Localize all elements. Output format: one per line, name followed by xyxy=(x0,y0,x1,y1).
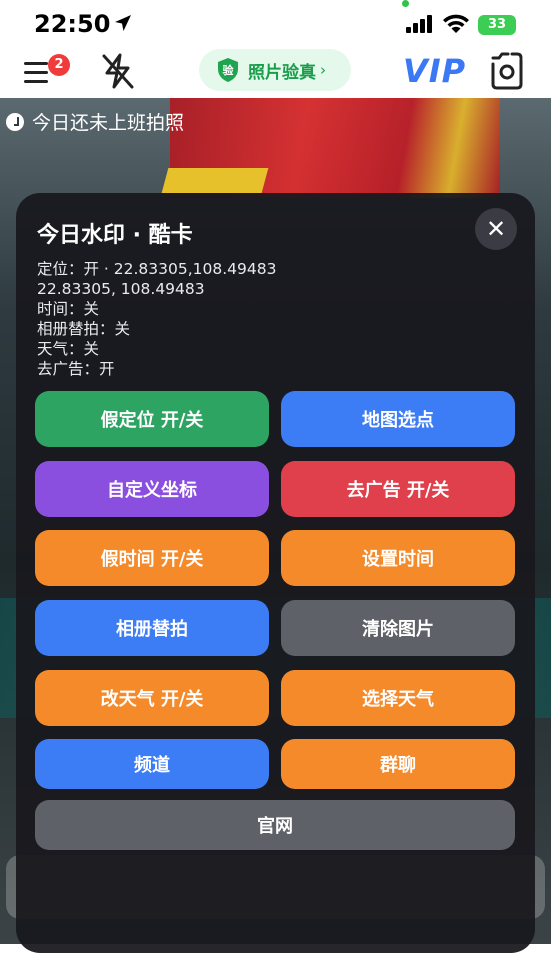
clear-image-button[interactable]: 清除图片 xyxy=(281,600,515,656)
status-line-time: 时间：关 xyxy=(37,300,100,318)
set-time-button[interactable]: 设置时间 xyxy=(281,530,515,586)
fake-location-toggle-button[interactable]: 假定位 开/关 xyxy=(35,391,269,447)
top-nav: 2 验 照片验真 › VIP xyxy=(0,46,551,98)
status-line-weather: 天气：关 xyxy=(37,340,100,358)
flash-off-icon xyxy=(102,53,134,89)
official-site-button[interactable]: 官网 xyxy=(35,800,515,850)
close-button[interactable]: ✕ xyxy=(475,208,517,250)
photo-verify-label: 照片验真 xyxy=(248,62,316,83)
wifi-icon xyxy=(443,14,469,33)
status-info: 定位：开 · 22.83305,108.49483 22.83305, 108.… xyxy=(37,259,277,379)
menu-button[interactable]: 2 xyxy=(22,54,70,90)
clock-icon xyxy=(6,112,24,131)
remove-ads-toggle-button[interactable]: 去广告 开/关 xyxy=(281,461,515,517)
clock-in-status-text: 今日还未上班拍照 xyxy=(32,112,185,134)
close-icon: ✕ xyxy=(485,215,507,243)
flash-toggle-button[interactable] xyxy=(98,51,138,91)
svg-text:验: 验 xyxy=(223,63,235,77)
status-line-album: 相册替拍：关 xyxy=(37,320,131,338)
choose-weather-button[interactable]: 选择天气 xyxy=(281,670,515,726)
status-line-ads: 去广告：开 xyxy=(37,360,115,378)
status-line-coordinates: 22.83305, 108.49483 xyxy=(37,280,205,298)
watermark-settings-modal: 今日水印 · 酷卡 ✕ 定位：开 · 22.83305,108.49483 22… xyxy=(16,193,535,953)
status-time: 22:50 xyxy=(34,10,111,38)
photo-verify-button[interactable]: 验 照片验真 › xyxy=(199,49,351,91)
notification-badge: 2 xyxy=(48,54,70,76)
map-pick-button[interactable]: 地图选点 xyxy=(281,391,515,447)
status-bar: 22:50 33 xyxy=(0,0,551,46)
battery-charging-icon: 33 xyxy=(478,15,516,35)
album-photo-button[interactable]: 相册替拍 xyxy=(35,600,269,656)
channel-button[interactable]: 频道 xyxy=(35,739,269,789)
clock-in-status-tag: 今日还未上班拍照 xyxy=(6,108,184,135)
signal-icon xyxy=(406,15,432,33)
shield-icon: 验 xyxy=(218,58,238,82)
privacy-indicator-icon xyxy=(402,0,409,7)
camera-flip-button[interactable] xyxy=(485,50,529,92)
modal-title: 今日水印 · 酷卡 xyxy=(37,223,193,248)
status-line-location: 定位：开 · 22.83305,108.49483 xyxy=(37,260,277,278)
camera-scene xyxy=(161,168,269,193)
custom-coordinates-button[interactable]: 自定义坐标 xyxy=(35,461,269,517)
group-chat-button[interactable]: 群聊 xyxy=(281,739,515,789)
change-weather-toggle-button[interactable]: 改天气 开/关 xyxy=(35,670,269,726)
camera-flip-icon xyxy=(491,52,523,90)
chevron-right-icon: › xyxy=(320,61,326,79)
vip-button[interactable]: VIP xyxy=(403,52,466,90)
location-arrow-icon xyxy=(115,15,131,31)
fake-time-toggle-button[interactable]: 假时间 开/关 xyxy=(35,530,269,586)
